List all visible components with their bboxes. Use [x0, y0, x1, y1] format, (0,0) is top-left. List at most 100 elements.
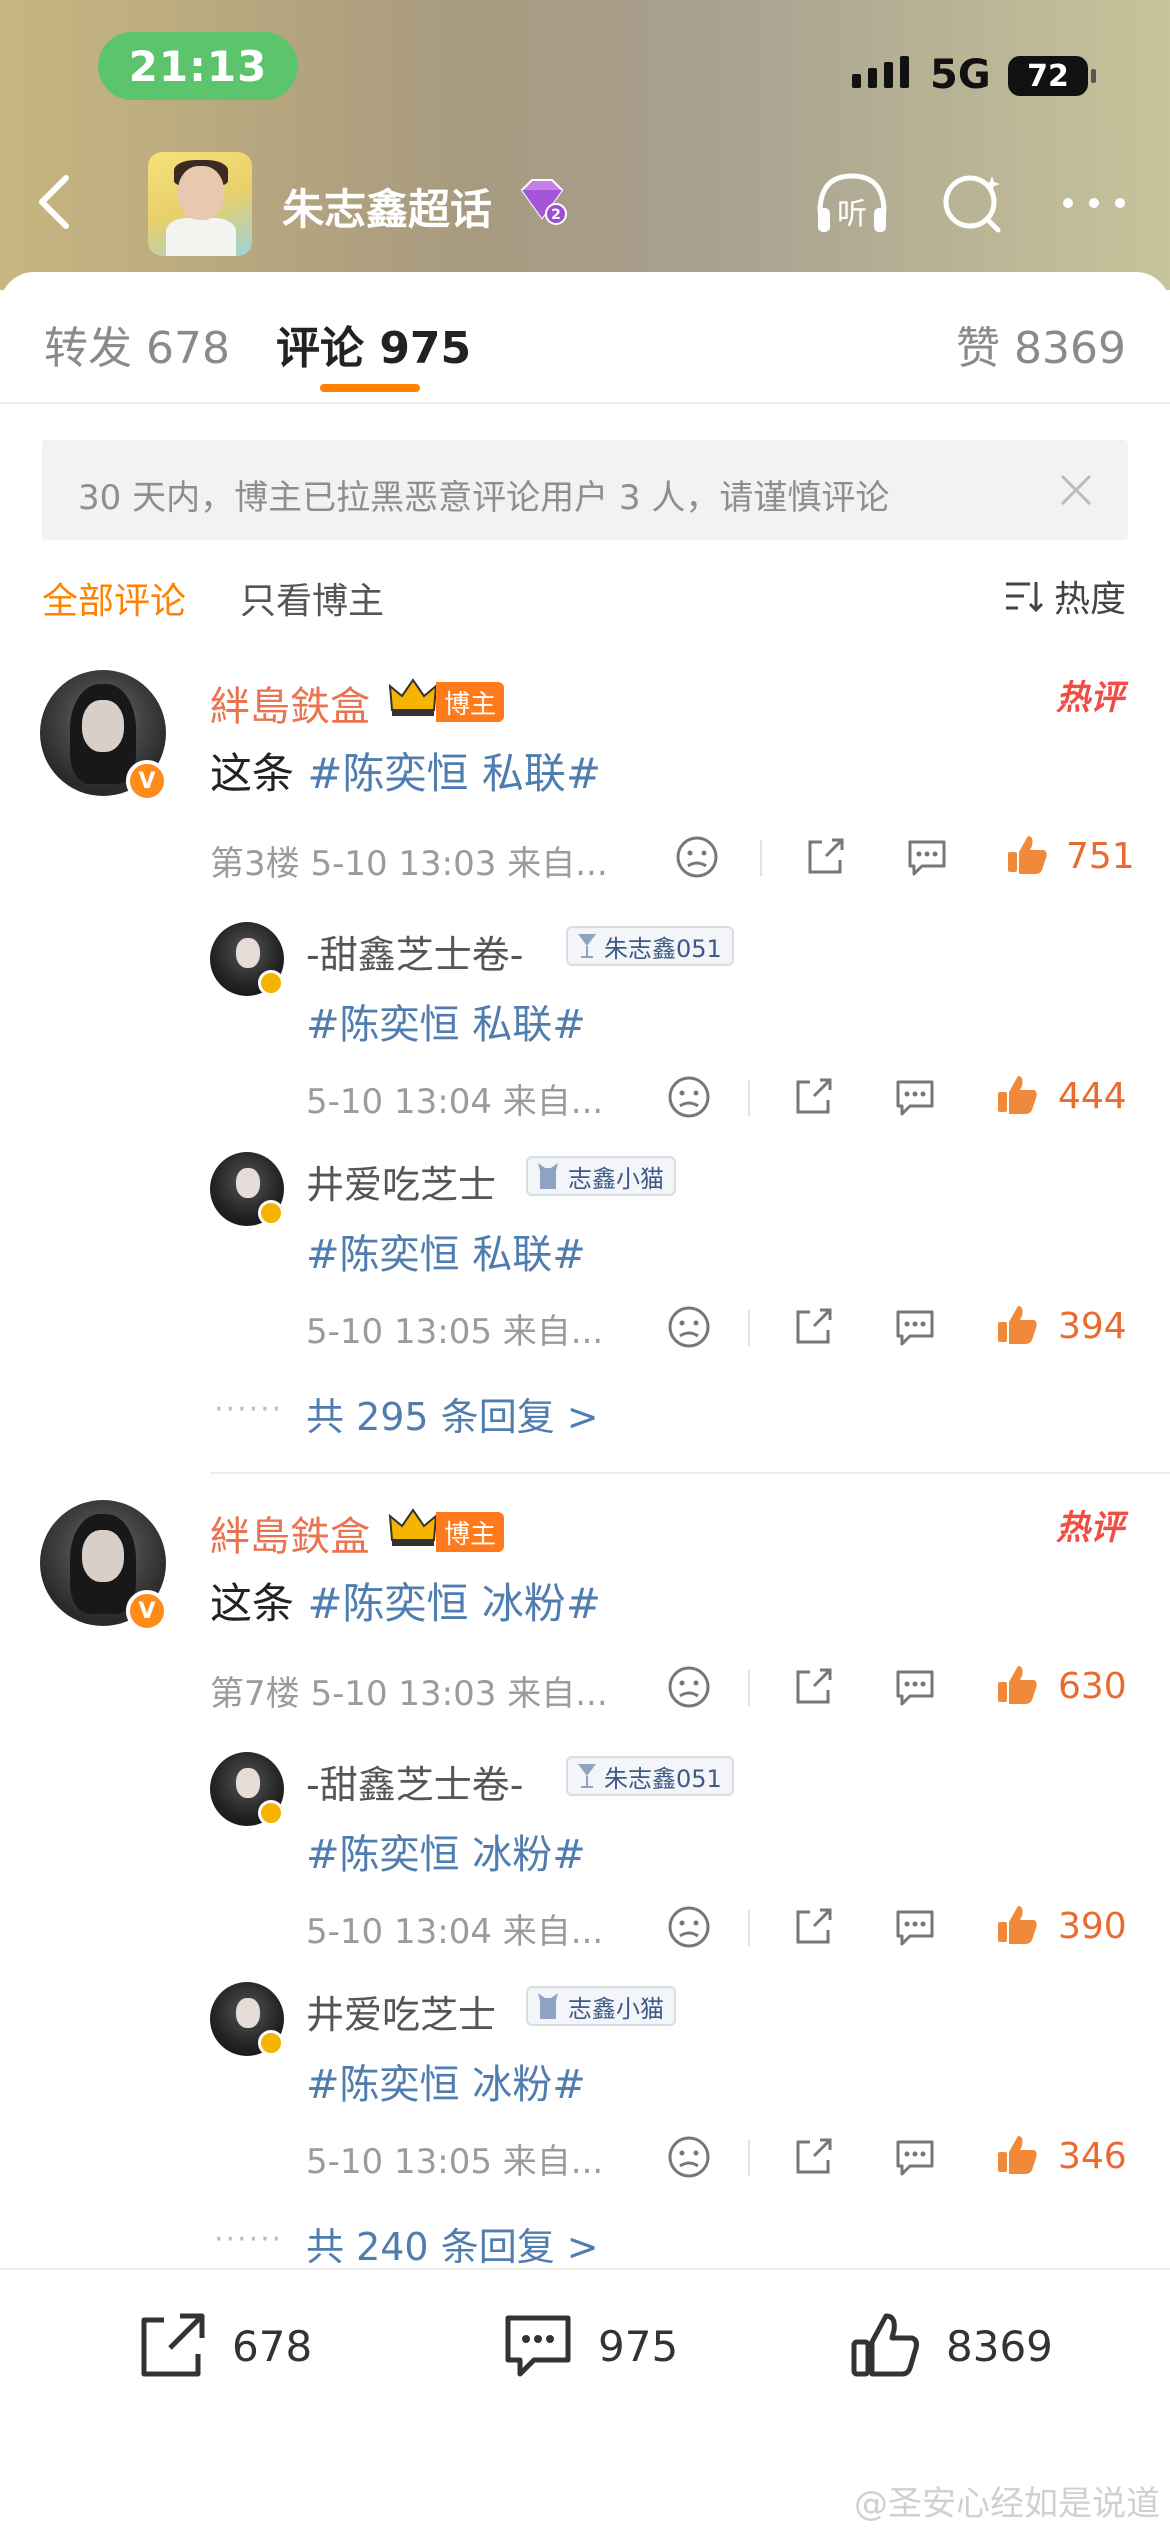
like-count: 751 [1066, 836, 1135, 877]
topic-title[interactable]: 朱志鑫超话 [282, 176, 492, 237]
comment-item: V 絆島鉄盒 博主 热评 这条 #陈奕恒 私联# 第3楼 5-10 13:03 … [0, 670, 1170, 1439]
comment-username[interactable]: 絆島鉄盒 [210, 674, 370, 732]
like-count-total: 8369 [946, 2321, 1053, 2371]
like-count: 630 [1058, 1666, 1127, 1707]
sort-label: 热度 [1053, 579, 1126, 620]
block-notice: 30 天内，博主已拉黑恶意评论用户 3 人，请谨慎评论 [42, 440, 1128, 540]
more-options-icon[interactable] [1054, 168, 1134, 238]
like-count: 394 [1058, 1306, 1127, 1347]
reply-comment-icon[interactable] [904, 834, 950, 880]
share-icon[interactable] [790, 2134, 836, 2180]
action-divider [748, 1080, 750, 1116]
sort-by-hot[interactable]: 热度 [1004, 570, 1126, 622]
reply-username[interactable]: 井爱吃芝士 [306, 1984, 496, 2039]
more-dots: ······ [214, 1392, 284, 1427]
dislike-face-icon[interactable] [666, 1074, 712, 1120]
filter-all-comments[interactable]: 全部评论 [42, 572, 186, 624]
sort-icon [1005, 582, 1044, 613]
comment-text: 这条 #陈奕恒 冰粉# [210, 1570, 601, 1631]
cocktail-icon [578, 1764, 596, 1788]
battery-level: 72 [1027, 58, 1069, 94]
like-thumb-icon[interactable] [994, 1302, 1040, 1348]
reply-comment-icon[interactable] [892, 1074, 938, 1120]
repost-count: 678 [232, 2321, 313, 2371]
reply-meta: 5-10 13:04 来自... [306, 1912, 604, 1952]
tab-likes[interactable]: 赞 8369 [956, 312, 1126, 376]
reply-text[interactable]: #陈奕恒 冰粉# [306, 1822, 586, 1880]
cell-signal-icon [852, 56, 909, 88]
reply-username[interactable]: -甜鑫芝士卷- [306, 924, 523, 979]
share-icon[interactable] [790, 1664, 836, 1710]
verified-badge-icon [258, 970, 284, 996]
like-button[interactable]: 8369 [848, 2310, 1053, 2382]
back-arrow-icon[interactable] [30, 172, 80, 232]
like-thumb-icon[interactable] [994, 2132, 1040, 2178]
like-thumb-icon[interactable] [994, 1072, 1040, 1118]
reply-meta: 5-10 13:04 来自... [306, 1082, 604, 1122]
share-icon[interactable] [790, 1304, 836, 1350]
tab-bar: 转发 678 评论 975 赞 8369 [0, 272, 1170, 404]
reply-comment-icon[interactable] [892, 1904, 938, 1950]
fan-badge-label: 志鑫小猫 [568, 1994, 664, 2023]
like-thumb-icon[interactable] [994, 1662, 1040, 1708]
repost-button[interactable]: 678 [134, 2310, 312, 2382]
comment-text: 这条 #陈奕恒 私联# [210, 740, 601, 801]
fan-badge-label: 朱志鑫051 [604, 1764, 722, 1793]
dislike-face-icon[interactable] [666, 1304, 712, 1350]
topic-link[interactable]: #陈奕恒 私联# [307, 749, 601, 798]
view-more-replies[interactable]: 共 295 条回复 > [306, 1386, 599, 1441]
dislike-face-icon[interactable] [674, 834, 720, 880]
crown-icon [388, 1508, 438, 1546]
tab-reposts[interactable]: 转发 678 [44, 312, 230, 376]
share-icon[interactable] [802, 834, 848, 880]
reply-username[interactable]: -甜鑫芝士卷- [306, 1754, 523, 1809]
more-dots: ······ [214, 2222, 284, 2257]
cocktail-icon [578, 934, 596, 958]
svg-text:听: 听 [837, 197, 867, 232]
share-icon[interactable] [790, 1074, 836, 1120]
topic-thumbnail[interactable] [148, 152, 252, 256]
like-thumb-icon[interactable] [1004, 832, 1050, 878]
reply-text[interactable]: #陈奕恒 冰粉# [306, 2052, 586, 2110]
like-count: 444 [1058, 1076, 1127, 1117]
blogger-tag: 博主 [436, 1512, 505, 1552]
reply-comment-icon[interactable] [892, 1304, 938, 1350]
search-icon[interactable] [934, 168, 1014, 238]
share-icon[interactable] [790, 1904, 836, 1950]
topic-link[interactable]: #陈奕恒 冰粉# [307, 1579, 601, 1628]
blogger-tag: 博主 [436, 682, 505, 722]
filter-blogger-only[interactable]: 只看博主 [240, 572, 384, 624]
reply-comment-icon[interactable] [892, 1664, 938, 1710]
watermark: @圣安心经如是说道 [854, 2484, 1160, 2524]
action-divider [748, 1310, 750, 1346]
view-more-replies[interactable]: 共 240 条回复 > [306, 2216, 599, 2271]
reply-meta: 5-10 13:05 来自... [306, 1312, 604, 1352]
fan-badge: 志鑫小猫 [526, 1986, 676, 2026]
dislike-face-icon[interactable] [666, 1664, 712, 1710]
reply-text[interactable]: #陈奕恒 私联# [306, 1222, 586, 1280]
action-divider [748, 2140, 750, 2176]
hot-comment-tag: 热评 [1056, 678, 1124, 718]
fan-badge-label: 朱志鑫051 [604, 934, 722, 963]
comment-text-prefix: 这条 [210, 1579, 308, 1628]
active-tab-indicator [320, 384, 420, 392]
tab-comments[interactable]: 评论 975 [276, 312, 471, 376]
reply-meta: 5-10 13:05 来自... [306, 2142, 604, 2182]
like-thumb-icon[interactable] [994, 1902, 1040, 1948]
notice-text: 30 天内，博主已拉黑恶意评论用户 3 人，请谨慎评论 [78, 478, 890, 518]
close-icon[interactable] [1056, 470, 1096, 510]
top-header: 21:13 5G 72 朱志鑫超话 2 听 [0, 0, 1170, 290]
like-outline-icon [851, 2313, 919, 2377]
comment-username[interactable]: 絆島鉄盒 [210, 1504, 370, 1562]
verified-badge-icon [258, 1200, 284, 1226]
verified-badge-icon: V [126, 760, 168, 802]
hot-comment-tag: 热评 [1056, 1508, 1124, 1548]
fan-badge-label: 志鑫小猫 [568, 1164, 664, 1193]
comment-button[interactable]: 975 [500, 2310, 678, 2382]
reply-text[interactable]: #陈奕恒 私联# [306, 992, 586, 1050]
listen-headphones-icon[interactable]: 听 [812, 168, 892, 238]
dislike-face-icon[interactable] [666, 2134, 712, 2180]
reply-comment-icon[interactable] [892, 2134, 938, 2180]
dislike-face-icon[interactable] [666, 1904, 712, 1950]
reply-username[interactable]: 井爱吃芝士 [306, 1154, 496, 1209]
